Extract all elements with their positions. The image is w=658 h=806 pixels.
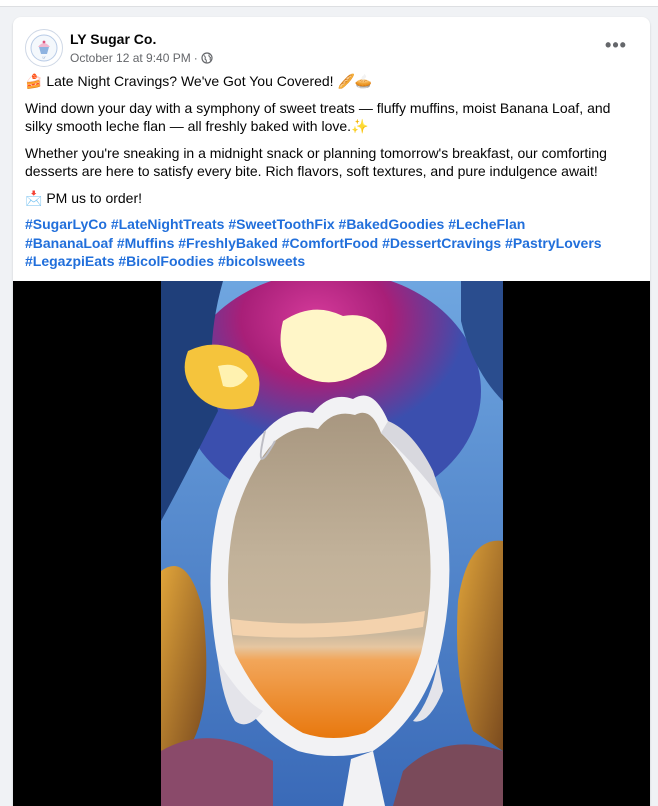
post-card: LY LY Sugar Co. October 12 at 9:40 PM · …	[13, 17, 650, 806]
hashtag-link[interactable]: #Muffins	[117, 235, 175, 251]
more-options-icon: •••	[605, 34, 627, 55]
hashtag-link[interactable]: #BakedGoodies	[339, 216, 445, 232]
hashtag-link[interactable]: #LateNightTreats	[111, 216, 225, 232]
meta-separator: ·	[193, 51, 198, 65]
cupcake-logo-icon: LY	[30, 34, 58, 62]
hashtag-link[interactable]: #BicolFoodies	[118, 253, 214, 269]
hashtag-link[interactable]: #ComfortFood	[282, 235, 378, 251]
hashtag-link[interactable]: #LecheFlan	[448, 216, 525, 232]
hashtag-link[interactable]: #LegazpiEats	[25, 253, 114, 269]
hashtag-link[interactable]: #SweetToothFix	[228, 216, 334, 232]
post-paragraph-1: Wind down your day with a symphony of sw…	[25, 99, 611, 135]
page-name-link[interactable]: LY Sugar Co.	[70, 31, 156, 47]
post-headline: 🍰 Late Night Cravings? We've Got You Cov…	[25, 73, 373, 89]
hashtag-link[interactable]: #FreshlyBaked	[178, 235, 278, 251]
hashtag-link[interactable]: #DessertCravings	[382, 235, 501, 251]
globe-icon[interactable]	[201, 52, 213, 64]
more-options-button[interactable]: •••	[600, 31, 632, 59]
svg-text:LY: LY	[42, 56, 45, 60]
post-paragraph-2: Whether you're sneaking in a midnight sn…	[25, 144, 607, 180]
post-body: 🍰 Late Night Cravings? We've Got You Cov…	[25, 72, 617, 279]
hashtag-link[interactable]: #BananaLoaf	[25, 235, 113, 251]
top-bar	[0, 0, 658, 7]
hashtag-list: #SugarLyCo #LateNightTreats #SweetToothF…	[25, 215, 617, 271]
video-frame	[161, 281, 503, 806]
post-cta: 📩 PM us to order!	[25, 189, 143, 206]
page-avatar[interactable]: LY	[25, 29, 63, 67]
hashtag-link[interactable]: #bicolsweets	[218, 253, 305, 269]
post-video[interactable]	[13, 281, 650, 806]
post-header: LY LY Sugar Co. October 12 at 9:40 PM · …	[25, 29, 638, 71]
post-meta: October 12 at 9:40 PM ·	[70, 51, 213, 65]
hashtag-link[interactable]: #SugarLyCo	[25, 216, 107, 232]
post-timestamp[interactable]: October 12 at 9:40 PM	[70, 51, 191, 65]
hashtag-link[interactable]: #PastryLovers	[505, 235, 602, 251]
